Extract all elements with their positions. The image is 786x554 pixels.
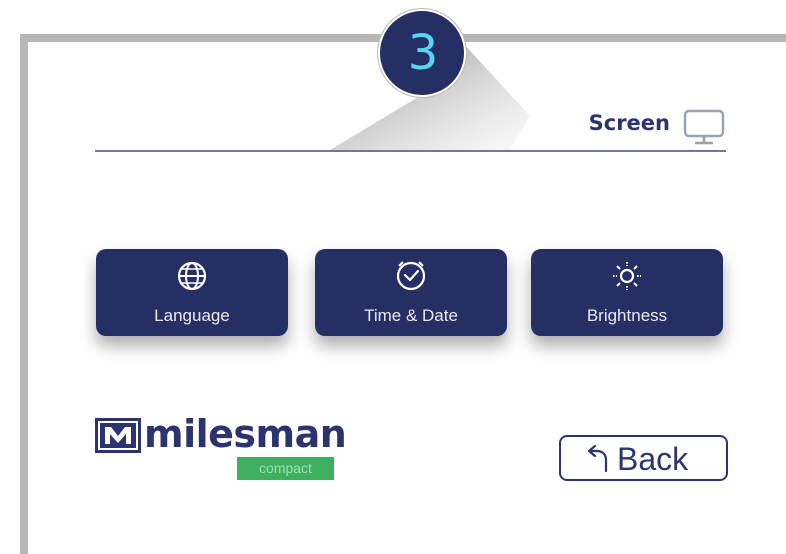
title-divider (95, 150, 726, 152)
time-date-label: Time & Date (364, 306, 458, 325)
page-title: Screen (588, 111, 670, 135)
step-number-badge: 3 (378, 9, 466, 97)
logo-subtitle: compact (237, 457, 334, 480)
sun-icon (613, 262, 641, 290)
monitor-icon (683, 109, 725, 145)
brightness-label: Brightness (586, 306, 668, 325)
globe-icon (177, 261, 207, 291)
logo-word: milesman (144, 412, 347, 456)
milesman-m-icon (95, 418, 141, 453)
back-label: Back (617, 441, 689, 477)
clock-icon (396, 261, 426, 291)
time-date-button[interactable]: Time & Date (315, 249, 507, 336)
back-button[interactable]: Back (559, 435, 728, 481)
milesman-compact-logo: milesman compact (95, 411, 347, 483)
language-button[interactable]: Language (96, 249, 288, 336)
back-arrow-icon (587, 444, 608, 473)
language-label: Language (154, 306, 230, 325)
brightness-button[interactable]: Brightness (531, 249, 723, 336)
step-number: 3 (407, 25, 439, 81)
